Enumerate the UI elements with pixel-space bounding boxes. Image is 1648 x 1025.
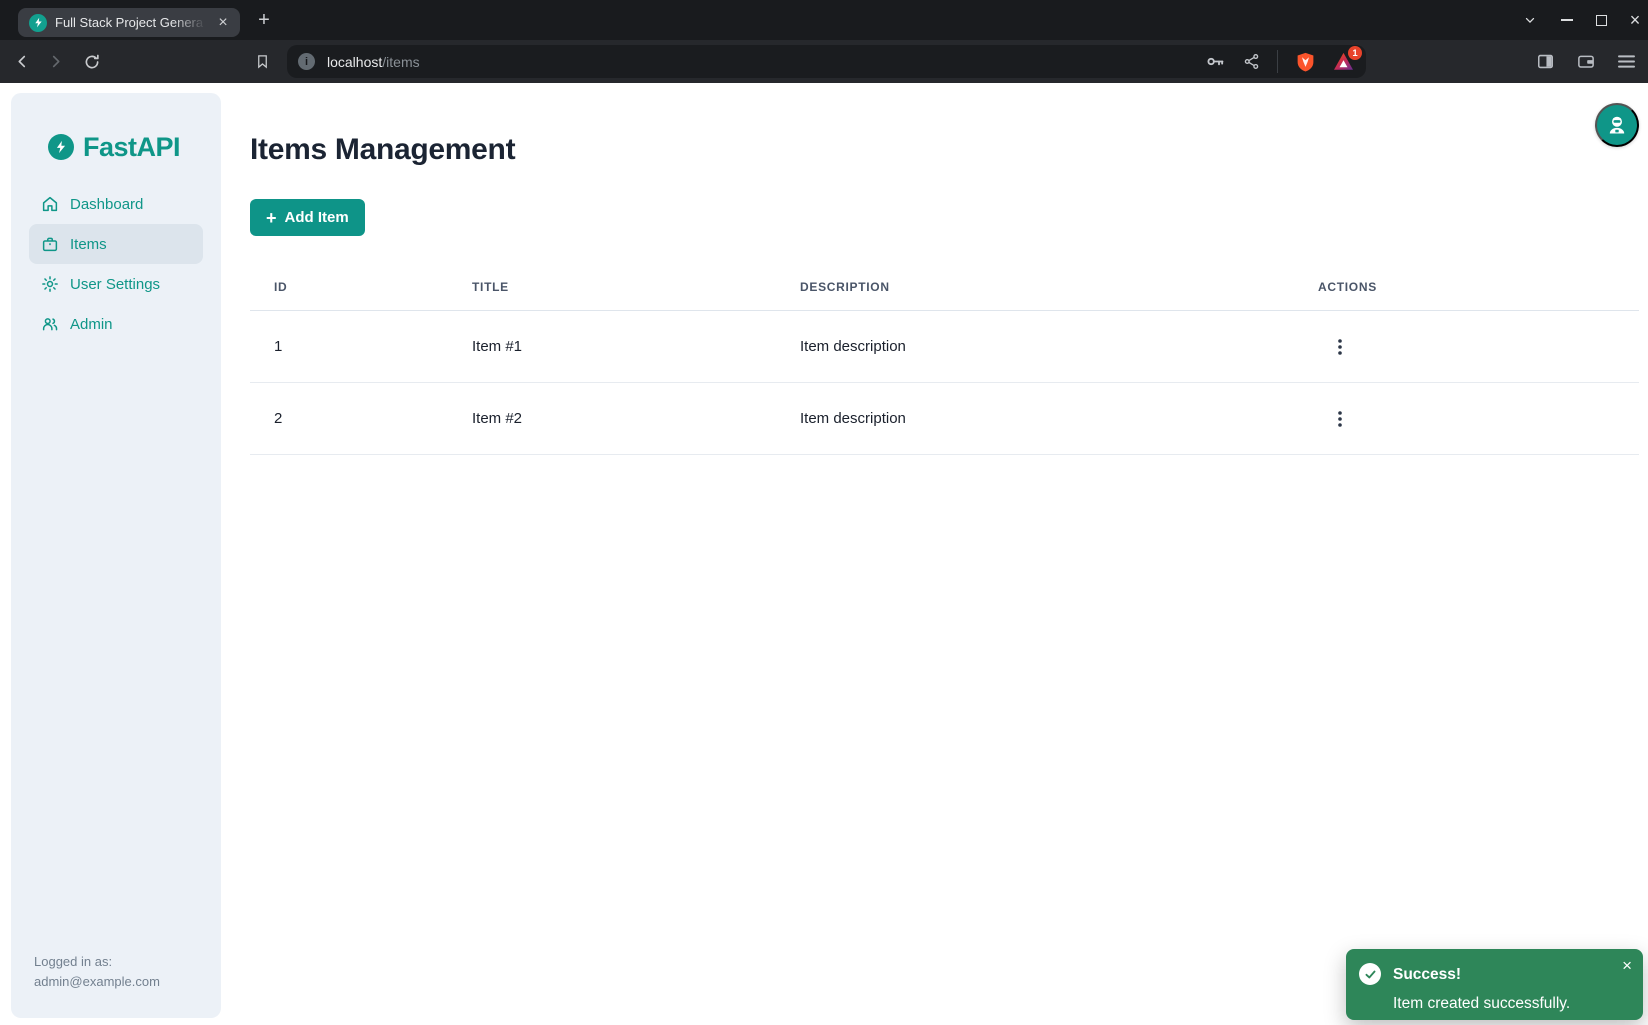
user-avatar-button[interactable] xyxy=(1595,103,1639,147)
logged-in-email: admin@example.com xyxy=(34,972,160,992)
menu-hamburger-icon[interactable] xyxy=(1617,54,1636,69)
sidebar-item-dashboard[interactable]: Dashboard xyxy=(29,184,203,224)
browser-toolbar: i localhost/items 1 xyxy=(0,40,1648,83)
add-item-label: Add Item xyxy=(285,209,349,226)
window-maximize-button[interactable] xyxy=(1592,11,1610,29)
site-info-icon[interactable]: i xyxy=(298,53,315,70)
fastapi-logo-icon xyxy=(48,134,74,160)
logged-in-label: Logged in as: xyxy=(34,952,160,972)
cell-title: Item #2 xyxy=(448,410,776,427)
page-title: Items Management xyxy=(250,135,1639,165)
cell-description: Item description xyxy=(776,410,1294,427)
cell-description: Item description xyxy=(776,338,1294,355)
share-icon[interactable] xyxy=(1243,53,1260,70)
plus-icon: + xyxy=(266,209,277,227)
sidebar-item-label: Admin xyxy=(70,316,113,333)
column-header-description: DESCRIPTION xyxy=(776,280,1294,294)
sidebar: FastAPI Dashboard Items User Settings Ad… xyxy=(11,93,221,1018)
main-panel: Items Management + Add Item ID TITLE DES… xyxy=(221,83,1648,1025)
nav-buttons xyxy=(10,40,104,83)
url-text: localhost/items xyxy=(327,54,420,70)
sidebar-item-label: Dashboard xyxy=(70,196,143,213)
toast-close-icon[interactable]: × xyxy=(1622,957,1632,974)
kebab-dots-icon xyxy=(1332,338,1348,356)
toast-title: Success! xyxy=(1393,966,1570,984)
toast-text: Success! Item created successfully. xyxy=(1393,957,1570,1020)
urlbar-action-icons: 1 xyxy=(1205,50,1354,73)
users-icon xyxy=(41,315,59,333)
items-table: ID TITLE DESCRIPTION ACTIONS 1 Item #1 I… xyxy=(250,263,1639,455)
fastapi-favicon-icon xyxy=(29,14,47,32)
back-button[interactable] xyxy=(10,50,34,74)
table-header-row: ID TITLE DESCRIPTION ACTIONS xyxy=(250,263,1639,311)
cell-id: 2 xyxy=(250,410,448,427)
brave-rewards-icon[interactable]: 1 xyxy=(1333,52,1354,71)
tab-search-chevron-icon[interactable] xyxy=(1521,11,1539,29)
gear-icon xyxy=(41,275,59,293)
cell-title: Item #1 xyxy=(448,338,776,355)
column-header-id: ID xyxy=(250,280,448,294)
sidebar-panel-icon[interactable] xyxy=(1536,52,1555,71)
tab-close-icon[interactable]: × xyxy=(214,15,232,31)
password-key-icon[interactable] xyxy=(1205,51,1226,72)
sidebar-item-label: Items xyxy=(70,236,107,253)
logged-in-info: Logged in as: admin@example.com xyxy=(34,952,160,992)
sidebar-item-admin[interactable]: Admin xyxy=(29,304,203,344)
add-item-button[interactable]: + Add Item xyxy=(250,199,365,236)
app-content: FastAPI Dashboard Items User Settings Ad… xyxy=(0,83,1648,1025)
fastapi-logo: FastAPI xyxy=(48,133,203,161)
sidebar-item-items[interactable]: Items xyxy=(29,224,203,264)
tab-title: Full Stack Project Genera xyxy=(55,15,206,31)
table-row: 1 Item #1 Item description xyxy=(250,311,1639,383)
astronaut-user-icon xyxy=(1605,113,1629,137)
kebab-dots-icon xyxy=(1332,410,1348,428)
briefcase-icon xyxy=(41,235,59,253)
window-close-button[interactable]: × xyxy=(1626,11,1644,29)
table-row: 2 Item #2 Item description xyxy=(250,383,1639,455)
window-controls: × xyxy=(1521,0,1644,40)
home-icon xyxy=(41,195,59,213)
tab-title-fade xyxy=(172,15,206,31)
logo-text: FastAPI xyxy=(83,132,180,163)
cell-id: 1 xyxy=(250,338,448,355)
toolbar-right-icons xyxy=(1536,40,1636,83)
window-minimize-button[interactable] xyxy=(1558,11,1576,29)
bookmark-icon[interactable] xyxy=(250,49,274,73)
toast-message: Item created successfully. xyxy=(1393,995,1570,1013)
rewards-badge: 1 xyxy=(1348,46,1362,60)
toolbar-divider xyxy=(1277,50,1278,73)
tab-strip: Full Stack Project Genera × + × xyxy=(0,0,1648,40)
sidebar-item-user-settings[interactable]: User Settings xyxy=(29,264,203,304)
sidebar-item-label: User Settings xyxy=(70,276,160,293)
check-circle-icon xyxy=(1359,963,1381,985)
column-header-actions: ACTIONS xyxy=(1294,280,1639,294)
wallet-icon[interactable] xyxy=(1576,52,1596,71)
browser-tab[interactable]: Full Stack Project Genera × xyxy=(18,8,240,37)
row-actions-kebab-button[interactable] xyxy=(1326,333,1354,361)
brave-shield-icon[interactable] xyxy=(1295,51,1316,73)
url-bar[interactable]: i localhost/items 1 xyxy=(287,45,1366,78)
row-actions-kebab-button[interactable] xyxy=(1326,405,1354,433)
new-tab-button[interactable]: + xyxy=(252,9,276,33)
column-header-title: TITLE xyxy=(448,280,776,294)
forward-button[interactable] xyxy=(43,50,67,74)
reload-button[interactable] xyxy=(80,50,104,74)
success-toast: Success! Item created successfully. × xyxy=(1346,949,1643,1020)
